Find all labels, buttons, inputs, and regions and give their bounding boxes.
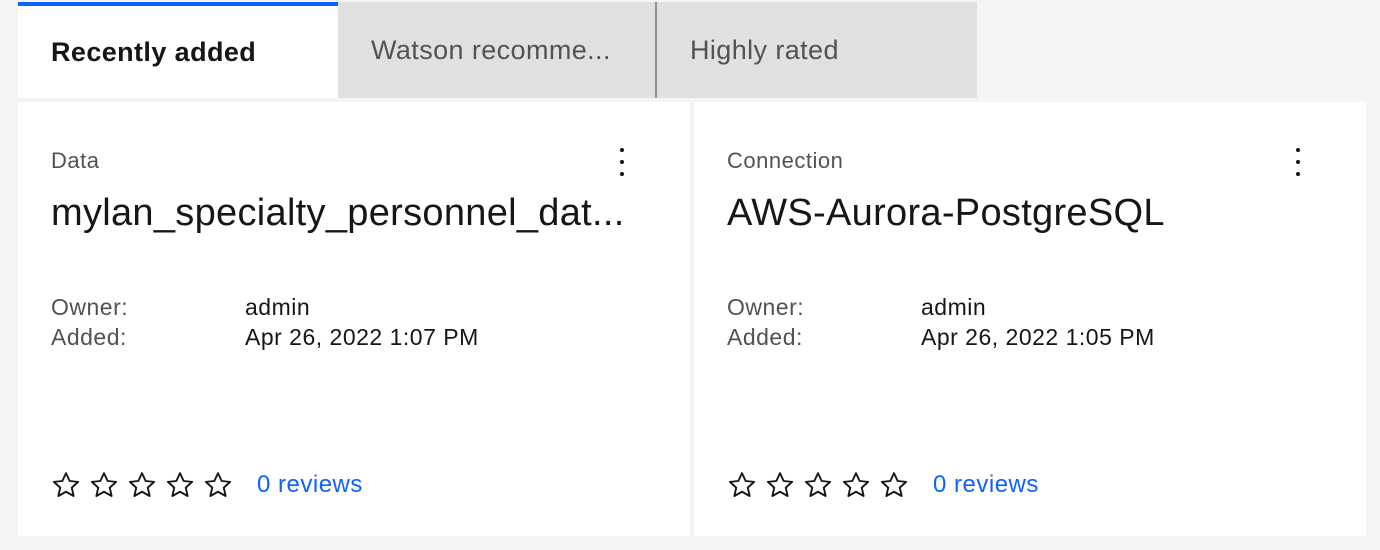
asset-type: Connection [727, 148, 844, 173]
overflow-menu-icon[interactable] [614, 148, 630, 176]
star-icon[interactable] [803, 470, 833, 500]
star-icon[interactable] [841, 470, 871, 500]
reviews-link[interactable]: 0 reviews [933, 471, 1039, 499]
star-rating[interactable] [51, 470, 233, 500]
owner-label: Owner: [51, 294, 129, 320]
tab-recently-added[interactable]: Recently added [18, 2, 338, 98]
star-icon[interactable] [165, 470, 195, 500]
asset-card[interactable]: Connection AWS-Aurora-PostgreSQL Owner: … [694, 102, 1366, 536]
tab-highly-rated[interactable]: Highly rated [657, 2, 977, 98]
star-icon[interactable] [203, 470, 233, 500]
star-icon[interactable] [51, 470, 81, 500]
asset-title[interactable]: mylan_specialty_personnel_dat... [51, 192, 661, 235]
star-icon[interactable] [765, 470, 795, 500]
star-icon[interactable] [879, 470, 909, 500]
added-value: Apr 26, 2022 1:05 PM [921, 324, 1155, 350]
asset-type: Data [51, 148, 100, 173]
star-icon[interactable] [127, 470, 157, 500]
added-label: Added: [727, 324, 803, 350]
overflow-menu-icon[interactable] [1290, 148, 1306, 176]
owner-label: Owner: [727, 294, 805, 320]
asset-meta: Owner: admin Added: Apr 26, 2022 1:07 PM [51, 292, 479, 352]
added-value: Apr 26, 2022 1:07 PM [245, 324, 479, 350]
reviews-link[interactable]: 0 reviews [257, 471, 363, 499]
star-icon[interactable] [89, 470, 119, 500]
rating-row: 0 reviews [51, 470, 363, 500]
star-rating[interactable] [727, 470, 909, 500]
added-label: Added: [51, 324, 127, 350]
tab-watson-recommended[interactable]: Watson recomme... [338, 2, 657, 98]
asset-card[interactable]: Data mylan_specialty_personnel_dat... Ow… [18, 102, 690, 536]
star-icon[interactable] [727, 470, 757, 500]
rating-row: 0 reviews [727, 470, 1039, 500]
owner-value: admin [245, 294, 311, 320]
asset-title[interactable]: AWS-Aurora-PostgreSQL [727, 192, 1337, 235]
owner-value: admin [921, 294, 987, 320]
asset-meta: Owner: admin Added: Apr 26, 2022 1:05 PM [727, 292, 1155, 352]
tab-bar: Recently added Watson recomme... Highly … [18, 2, 977, 98]
